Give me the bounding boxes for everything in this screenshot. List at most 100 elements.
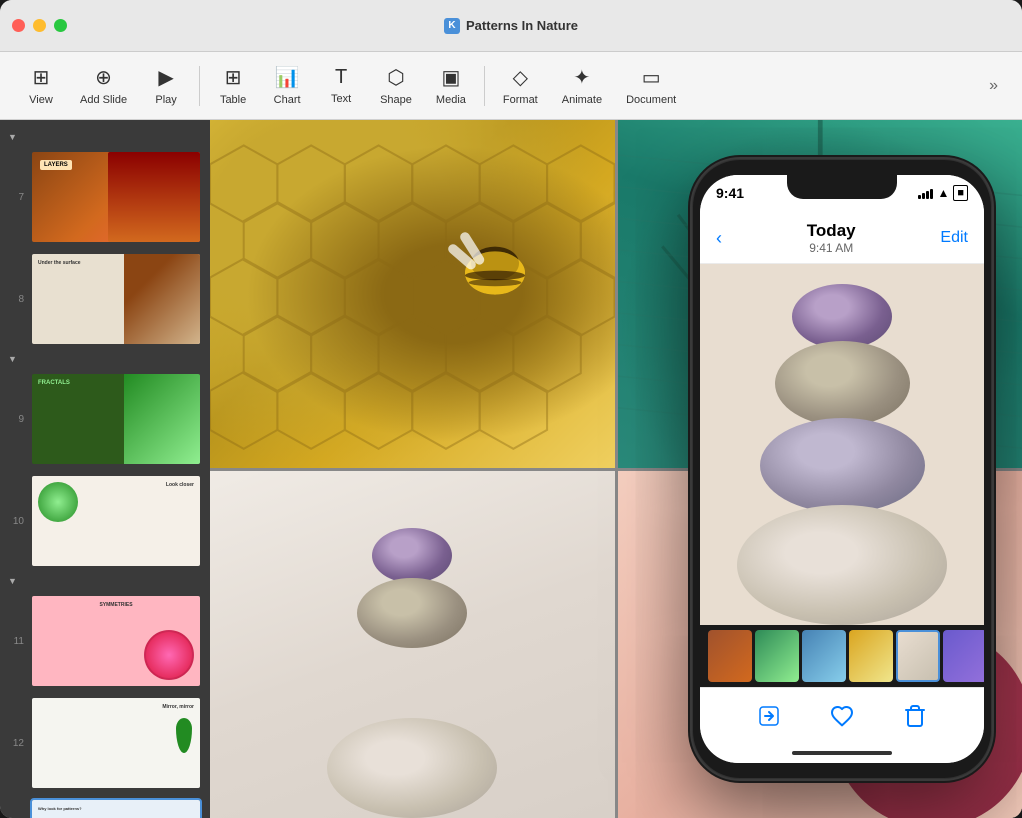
delete-button[interactable] [903, 704, 927, 728]
slide-group-header: ▼ [0, 350, 210, 368]
view-button[interactable]: ⊞ View [16, 59, 66, 112]
slide-group-11: ▼ 11 [0, 572, 210, 692]
filmstrip-thumb-3[interactable] [802, 630, 846, 682]
media-button[interactable]: ▣ Media [426, 59, 476, 112]
close-button[interactable] [12, 19, 25, 32]
app-window: K Patterns In Nature ⊞ View ⊕ Add Slide … [0, 0, 1022, 818]
shape-icon: ⬡ [387, 65, 404, 90]
iphone-urchin-2 [775, 341, 910, 426]
slide-item[interactable]: 9 [0, 368, 210, 470]
play-button[interactable]: ▶ Play [141, 59, 191, 112]
toolbar: ⊞ View ⊕ Add Slide ▶ Play ⊞ Table 📊 Char… [0, 52, 1022, 120]
iphone-notch [787, 175, 897, 199]
canvas-area: 9:41 ▲ ■ [210, 120, 1022, 818]
slide-panel[interactable]: ▼ 7 8 [0, 120, 210, 818]
animate-icon: ✦ [574, 65, 591, 90]
slide-item[interactable]: 11 [0, 590, 210, 692]
slide-thumbnail-active[interactable] [30, 798, 202, 818]
urchin-stack [322, 528, 502, 818]
slide-item[interactable]: 13 [0, 794, 210, 818]
iphone-urchin-3 [760, 418, 925, 513]
slide-thumbnail[interactable] [30, 150, 202, 244]
maximize-button[interactable] [54, 19, 67, 32]
format-button[interactable]: ◇ Format [493, 59, 548, 112]
add-slide-icon: ⊕ [95, 65, 112, 90]
slide-thumbnail[interactable] [30, 474, 202, 568]
filmstrip-thumb-4[interactable] [849, 630, 893, 682]
slide-group-9: ▼ 9 [0, 350, 210, 470]
slide-group-header: ▼ [0, 128, 210, 146]
play-icon: ▶ [158, 65, 173, 90]
filmstrip-thumb-6[interactable] [943, 630, 984, 682]
iphone-overlay: 9:41 ▲ ■ [692, 120, 992, 818]
iphone-home-indicator [700, 743, 984, 763]
urchin-2 [357, 578, 467, 648]
signal-bar-3 [926, 191, 929, 199]
wifi-icon: ▲ [937, 186, 949, 200]
signal-bar-2 [922, 193, 925, 199]
group-toggle-icon[interactable]: ▼ [8, 354, 17, 364]
media-icon: ▣ [441, 65, 460, 90]
chart-button[interactable]: 📊 Chart [262, 59, 312, 112]
urchin-1 [372, 528, 452, 583]
separator-2 [484, 66, 485, 106]
text-icon: T [335, 66, 347, 89]
share-button[interactable] [757, 704, 781, 728]
slide-item[interactable]: 10 [0, 470, 210, 572]
iphone-bottom-bar [700, 687, 984, 743]
iphone-subtitle-text: 9:41 AM [722, 241, 940, 255]
filmstrip-thumb-2[interactable] [755, 630, 799, 682]
document-icon: ▭ [642, 65, 661, 90]
iphone-filmstrip [700, 625, 984, 687]
slide-group-8: 8 [0, 248, 210, 350]
minimize-button[interactable] [33, 19, 46, 32]
battery-icon: ■ [953, 185, 968, 201]
shape-button[interactable]: ⬡ Shape [370, 59, 422, 112]
traffic-lights [12, 19, 67, 32]
home-bar [792, 751, 892, 755]
slide-item[interactable]: 12 [0, 692, 210, 794]
canvas-cell-urchins [210, 471, 615, 818]
animate-button[interactable]: ✦ Animate [552, 59, 612, 112]
urchin-3 [342, 643, 482, 723]
group-toggle-icon[interactable]: ▼ [8, 576, 17, 586]
chart-icon: 📊 [275, 65, 300, 90]
slide-item[interactable]: 7 [0, 146, 210, 248]
window-title: K Patterns In Nature [444, 18, 578, 34]
slide-thumbnail[interactable] [30, 696, 202, 790]
iphone-device: 9:41 ▲ ■ [692, 159, 992, 779]
format-icon: ◇ [513, 65, 528, 90]
app-icon: K [444, 18, 460, 34]
iphone-status-bar: 9:41 ▲ ■ [700, 175, 984, 211]
document-button[interactable]: ▭ Document [616, 59, 686, 112]
filmstrip-thumb-1[interactable] [708, 630, 752, 682]
iphone-nav-bar: ‹ Today 9:41 AM Edit [700, 211, 984, 264]
view-icon: ⊞ [33, 65, 50, 90]
title-bar: K Patterns In Nature [0, 0, 1022, 52]
text-button[interactable]: T Text [316, 60, 366, 111]
urchin-4 [327, 718, 497, 818]
slide-thumbnail[interactable] [30, 372, 202, 466]
iphone-urchin-1 [792, 284, 892, 349]
favorite-button[interactable] [830, 704, 854, 728]
more-button[interactable]: » [981, 73, 1006, 99]
slide-thumbnail[interactable] [30, 594, 202, 688]
group-toggle-icon[interactable]: ▼ [8, 132, 17, 142]
iphone-edit-button[interactable]: Edit [940, 229, 968, 247]
iphone-main-image [700, 264, 984, 625]
signal-bar-4 [930, 189, 933, 199]
canvas-cell-honeycomb [210, 120, 615, 468]
slide-thumbnail[interactable] [30, 252, 202, 346]
signal-bar-1 [918, 195, 921, 199]
filmstrip-thumb-5-active[interactable] [896, 630, 940, 682]
table-button[interactable]: ⊞ Table [208, 59, 258, 112]
iphone-screen: 9:41 ▲ ■ [700, 175, 984, 763]
slide-group-7: ▼ 7 [0, 128, 210, 248]
add-slide-button[interactable]: ⊕ Add Slide [70, 59, 137, 112]
signal-bars [918, 187, 933, 199]
slide-group-header: ▼ [0, 572, 210, 590]
slide-item[interactable]: 8 [0, 248, 210, 350]
iphone-urchin-4 [737, 505, 947, 625]
iphone-time: 9:41 [716, 185, 744, 201]
iphone-title-text: Today [722, 221, 940, 241]
